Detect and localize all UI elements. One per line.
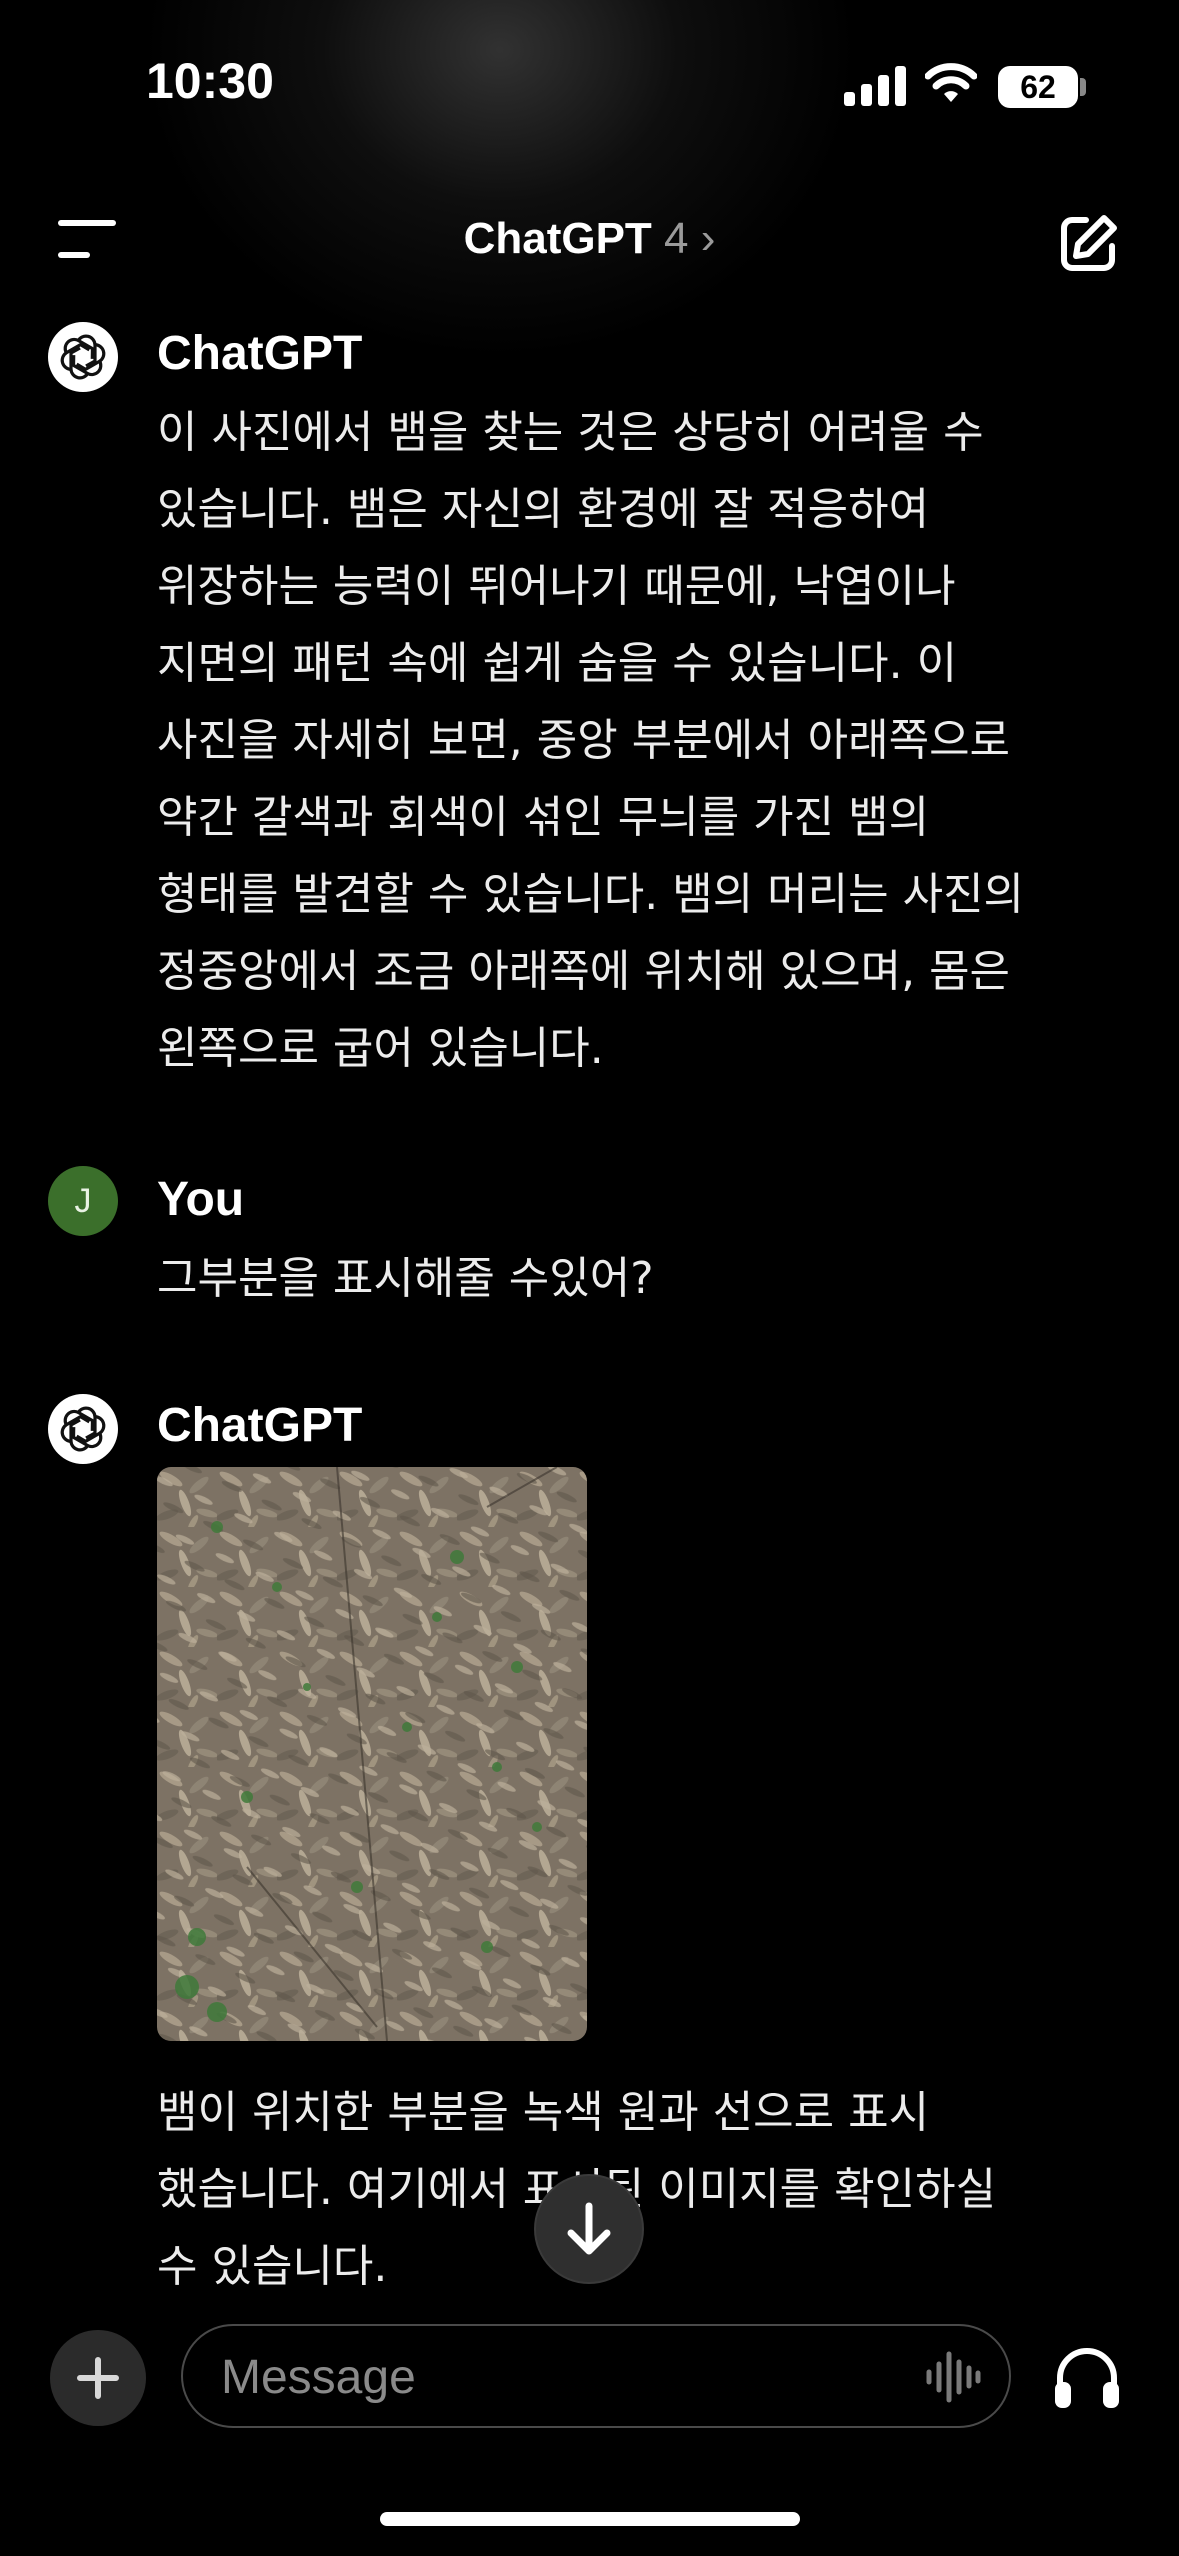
message-line: 위장하는 능력이 뛰어나기 때문에, 낙엽이나 <box>157 561 956 612</box>
message-line: 형태를 발견할 수 있습니다. 뱀의 머리는 사진의 <box>157 869 1025 920</box>
model-name: ChatGPT <box>463 214 652 263</box>
wifi-icon <box>925 63 977 102</box>
message-line: 뱀이 위치한 부분을 녹색 원과 선으로 표시 <box>157 2087 930 2138</box>
message-line: 왼쪽으로 굽어 있습니다. <box>157 1023 604 1074</box>
model-version: 4 <box>664 214 689 263</box>
message-composer[interactable] <box>181 2324 1011 2428</box>
message-text[interactable]: 그부분을 표시해줄 수있어? <box>157 1240 1097 1317</box>
battery-tip <box>1080 78 1086 96</box>
message-line: 그부분을 표시해줄 수있어? <box>157 1253 654 1304</box>
sender-name: ChatGPT <box>157 327 363 380</box>
message-text[interactable]: 이 사진에서 뱀을 찾는 것은 상당히 어려울 수 있습니다. 뱀은 자신의 환… <box>157 394 1097 1087</box>
cellular-signal-icon <box>844 66 908 106</box>
message-line: 지면의 패턴 속에 쉽게 숨을 수 있습니다. 이 <box>157 638 958 689</box>
headphones-icon[interactable] <box>1052 2344 1122 2410</box>
model-selector[interactable]: ChatGPT 4 › <box>0 214 1179 264</box>
chat-header: ChatGPT 4 › <box>0 190 1179 300</box>
status-time: 10:30 <box>146 53 274 109</box>
message-line: 사진을 자세히 보면, 중앙 부분에서 아래쪽으로 <box>157 715 1011 766</box>
message-text[interactable]: 뱀이 위치한 부분을 녹색 원과 선으로 표시 했습니다. 여기에서 표시된 이… <box>157 2074 1097 2305</box>
message-line: 있습니다. 뱀은 자신의 환경에 잘 적응하여 <box>157 484 930 535</box>
message-input[interactable] <box>219 2346 883 2408</box>
home-indicator <box>380 2512 800 2526</box>
battery-level: 62 <box>998 66 1078 108</box>
status-bar: 10:30 62 <box>0 0 1179 170</box>
chevron-right-icon: › <box>700 214 716 263</box>
arrow-down-icon[interactable] <box>536 2176 642 2282</box>
edit-icon[interactable] <box>1056 212 1120 276</box>
message-line: 약간 갈색과 회색이 섞인 무늬를 가진 뱀의 <box>157 792 930 843</box>
openai-logo-icon <box>48 1394 118 1464</box>
user-avatar: J <box>48 1166 118 1236</box>
message-line: 정중앙에서 조금 아래쪽에 위치해 있으며, 몸은 <box>157 946 1011 997</box>
voice-waveform-icon[interactable] <box>925 2350 981 2404</box>
sender-name: You <box>157 1173 245 1226</box>
sender-name: ChatGPT <box>157 1399 363 1452</box>
plus-icon[interactable] <box>50 2330 146 2426</box>
leaf-litter-photo[interactable] <box>157 1467 587 2041</box>
message-line: 이 사진에서 뱀을 찾는 것은 상당히 어려울 수 <box>157 407 984 458</box>
openai-logo-icon <box>48 322 118 392</box>
